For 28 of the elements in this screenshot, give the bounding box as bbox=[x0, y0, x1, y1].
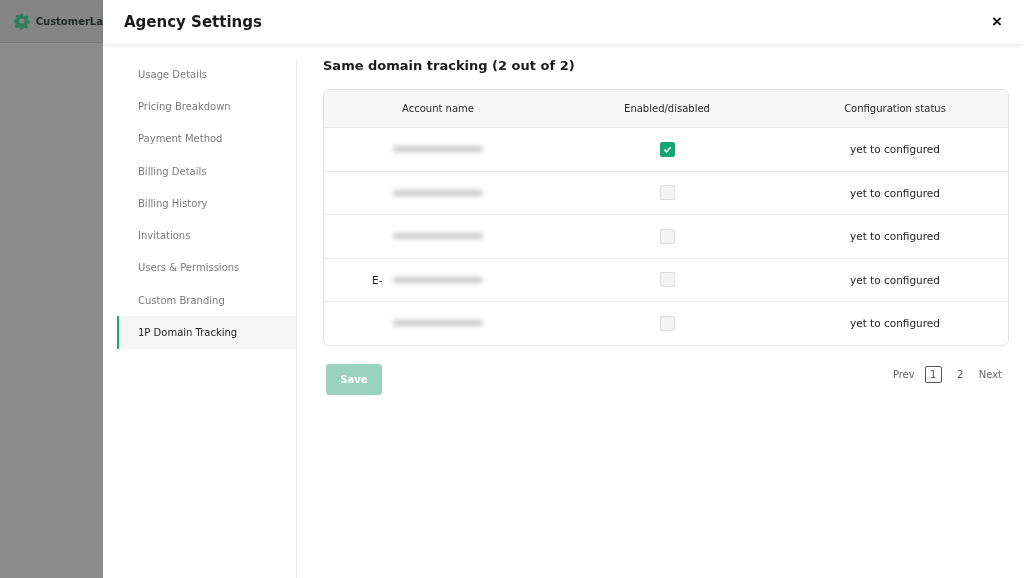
sidebar-item[interactable]: Billing Details bbox=[117, 154, 296, 188]
column-header: Account name bbox=[401, 103, 475, 114]
sidebar-item[interactable]: 1P Domain Tracking bbox=[117, 316, 296, 349]
account-name: E- bbox=[372, 273, 383, 286]
page-button[interactable]: 2 bbox=[951, 365, 969, 383]
prev-link[interactable]: Prev bbox=[892, 368, 915, 380]
status-text: yet to configured bbox=[849, 229, 941, 245]
sidebar-item[interactable]: Usage Details bbox=[117, 58, 296, 91]
column-header: Enabled/disabled bbox=[623, 103, 711, 114]
brand-name: CustomerLa bbox=[35, 15, 103, 27]
next-link[interactable]: Next bbox=[978, 368, 1002, 380]
checkmark-icon bbox=[662, 144, 672, 154]
page-button[interactable]: 1 bbox=[924, 365, 942, 383]
sidebar-item[interactable]: Payment Method bbox=[117, 122, 296, 155]
sidebar-item[interactable]: Custom Branding bbox=[117, 284, 296, 317]
sidebar-item[interactable]: Pricing Breakdown bbox=[117, 90, 296, 123]
status-text: yet to configured bbox=[849, 185, 941, 201]
sidebar-item[interactable]: Billing History bbox=[117, 187, 296, 220]
status-text: yet to configured bbox=[849, 272, 941, 288]
dialog-title: Agency Settings bbox=[124, 13, 262, 31]
section-title: Same domain tracking (2 out of 2) bbox=[323, 58, 576, 73]
checkbox[interactable] bbox=[659, 141, 675, 157]
sidebar-item[interactable]: Users & Permissions bbox=[117, 251, 296, 285]
status-text: yet to configured bbox=[849, 142, 941, 158]
sidebar-item[interactable]: Invitations bbox=[117, 219, 296, 252]
status-text: yet to configured bbox=[849, 316, 941, 332]
column-header: Configuration status bbox=[843, 103, 947, 114]
close-button[interactable]: × bbox=[990, 12, 1004, 32]
